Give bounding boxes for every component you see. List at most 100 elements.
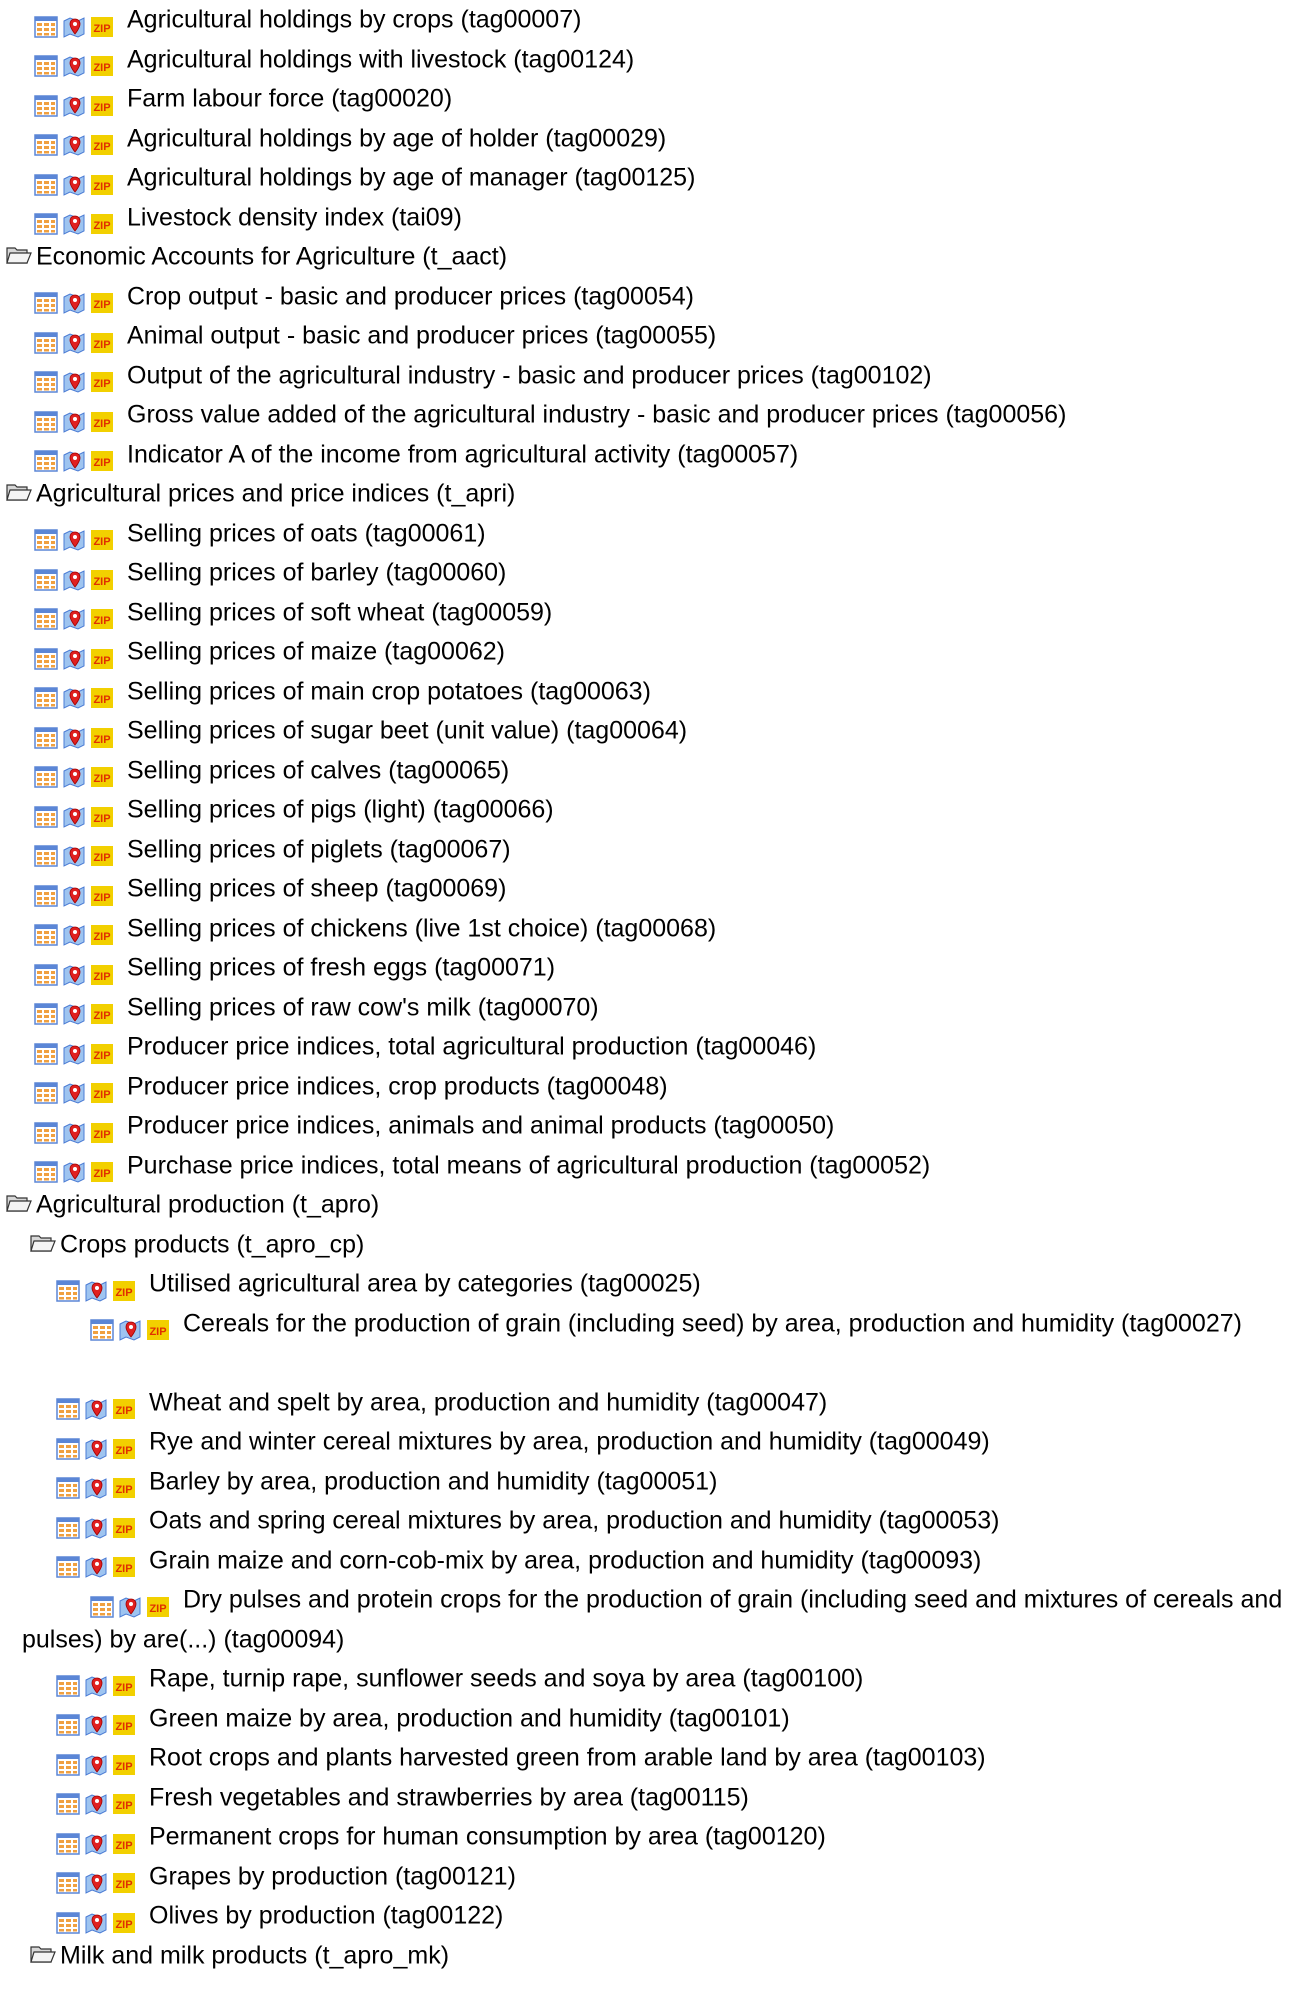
dataset-label[interactable]: Selling prices of barley (tag00060) [127, 559, 506, 587]
zip-icon[interactable]: ZIP [90, 765, 114, 789]
table-icon[interactable] [34, 54, 58, 78]
zip-icon[interactable]: ZIP [112, 1555, 136, 1579]
zip-icon[interactable]: ZIP [90, 805, 114, 829]
table-icon[interactable] [34, 1081, 58, 1105]
map-icon[interactable] [62, 607, 86, 631]
map-icon[interactable] [84, 1792, 108, 1816]
dataset-label[interactable]: Grapes by production (tag00121) [149, 1862, 516, 1890]
zip-icon[interactable]: ZIP [90, 212, 114, 236]
table-icon[interactable] [56, 1911, 80, 1935]
zip-icon[interactable]: ZIP [90, 686, 114, 710]
dataset-label[interactable]: Producer price indices, animals and anim… [127, 1112, 834, 1140]
table-icon[interactable] [34, 805, 58, 829]
table-icon[interactable] [90, 1318, 114, 1342]
table-icon[interactable] [34, 1042, 58, 1066]
table-icon[interactable] [90, 1595, 114, 1619]
map-icon[interactable] [84, 1476, 108, 1500]
map-icon[interactable] [84, 1397, 108, 1421]
open-folder-icon[interactable] [6, 480, 32, 504]
zip-icon[interactable]: ZIP [90, 726, 114, 750]
dataset-label[interactable]: Utilised agricultural area by categories… [149, 1270, 701, 1298]
dataset-label[interactable]: Fresh vegetables and strawberries by are… [149, 1783, 749, 1811]
dataset-label[interactable]: Rape, turnip rape, sunflower seeds and s… [149, 1665, 863, 1693]
open-folder-icon[interactable] [30, 1231, 56, 1255]
zip-icon[interactable]: ZIP [90, 1121, 114, 1145]
dataset-label[interactable]: Crop output - basic and producer prices … [127, 282, 694, 310]
table-icon[interactable] [56, 1279, 80, 1303]
zip-icon[interactable]: ZIP [90, 291, 114, 315]
folder-label[interactable]: Agricultural production (t_apro) [36, 1191, 379, 1219]
dataset-label[interactable]: Dry pulses and protein crops for the pro… [22, 1586, 1282, 1654]
table-icon[interactable] [34, 923, 58, 947]
zip-icon[interactable]: ZIP [90, 449, 114, 473]
dataset-label[interactable]: Selling prices of raw cow's milk (tag000… [127, 993, 599, 1021]
map-icon[interactable] [84, 1871, 108, 1895]
table-icon[interactable] [56, 1832, 80, 1856]
dataset-label[interactable]: Permanent crops for human consumption by… [149, 1823, 826, 1851]
table-icon[interactable] [34, 449, 58, 473]
dataset-label[interactable]: Selling prices of sugar beet (unit value… [127, 717, 687, 745]
zip-icon[interactable]: ZIP [90, 54, 114, 78]
zip-icon[interactable]: ZIP [112, 1516, 136, 1540]
table-icon[interactable] [56, 1516, 80, 1540]
table-icon[interactable] [56, 1674, 80, 1698]
dataset-label[interactable]: Farm labour force (tag00020) [127, 85, 452, 113]
map-icon[interactable] [62, 54, 86, 78]
dataset-label[interactable]: Selling prices of soft wheat (tag00059) [127, 598, 552, 626]
open-folder-icon[interactable] [30, 1942, 56, 1966]
map-icon[interactable] [62, 528, 86, 552]
table-icon[interactable] [34, 94, 58, 118]
table-icon[interactable] [34, 568, 58, 592]
map-icon[interactable] [62, 805, 86, 829]
zip-icon[interactable]: ZIP [90, 963, 114, 987]
dataset-label[interactable]: Selling prices of oats (tag00061) [127, 519, 486, 547]
zip-icon[interactable]: ZIP [146, 1595, 170, 1619]
map-icon[interactable] [62, 963, 86, 987]
map-icon[interactable] [84, 1832, 108, 1856]
folder-label[interactable]: Agricultural prices and price indices (t… [36, 480, 515, 508]
dataset-label[interactable]: Barley by area, production and humidity … [149, 1467, 717, 1495]
zip-icon[interactable]: ZIP [90, 370, 114, 394]
dataset-label[interactable]: Selling prices of pigs (light) (tag00066… [127, 796, 554, 824]
map-icon[interactable] [118, 1318, 142, 1342]
table-icon[interactable] [56, 1555, 80, 1579]
table-icon[interactable] [34, 528, 58, 552]
folder-label[interactable]: Economic Accounts for Agriculture (t_aac… [36, 243, 507, 271]
open-folder-icon[interactable] [6, 243, 32, 267]
dataset-label[interactable]: Selling prices of main crop potatoes (ta… [127, 677, 651, 705]
table-icon[interactable] [34, 410, 58, 434]
map-icon[interactable] [62, 94, 86, 118]
zip-icon[interactable]: ZIP [112, 1397, 136, 1421]
map-icon[interactable] [84, 1674, 108, 1698]
map-icon[interactable] [84, 1753, 108, 1777]
map-icon[interactable] [84, 1279, 108, 1303]
table-icon[interactable] [34, 212, 58, 236]
dataset-label[interactable]: Agricultural holdings with livestock (ta… [127, 45, 634, 73]
table-icon[interactable] [34, 331, 58, 355]
table-icon[interactable] [34, 765, 58, 789]
zip-icon[interactable]: ZIP [90, 410, 114, 434]
zip-icon[interactable]: ZIP [112, 1279, 136, 1303]
zip-icon[interactable]: ZIP [112, 1753, 136, 1777]
dataset-label[interactable]: Cereals for the production of grain (inc… [183, 1309, 1242, 1337]
table-icon[interactable] [34, 1002, 58, 1026]
dataset-label[interactable]: Root crops and plants harvested green fr… [149, 1744, 986, 1772]
dataset-label[interactable]: Selling prices of fresh eggs (tag00071) [127, 954, 555, 982]
dataset-label[interactable]: Indicator A of the income from agricultu… [127, 440, 798, 468]
map-icon[interactable] [62, 923, 86, 947]
dataset-label[interactable]: Agricultural holdings by crops (tag00007… [127, 6, 581, 34]
map-icon[interactable] [62, 844, 86, 868]
zip-icon[interactable]: ZIP [90, 1081, 114, 1105]
table-icon[interactable] [34, 173, 58, 197]
table-icon[interactable] [56, 1792, 80, 1816]
zip-icon[interactable]: ZIP [90, 94, 114, 118]
dataset-label[interactable]: Agricultural holdings by age of holder (… [127, 124, 666, 152]
map-icon[interactable] [84, 1911, 108, 1935]
map-icon[interactable] [62, 370, 86, 394]
map-icon[interactable] [118, 1595, 142, 1619]
dataset-label[interactable]: Selling prices of chickens (live 1st cho… [127, 914, 716, 942]
table-icon[interactable] [34, 291, 58, 315]
map-icon[interactable] [62, 173, 86, 197]
map-icon[interactable] [62, 331, 86, 355]
zip-icon[interactable]: ZIP [112, 1476, 136, 1500]
